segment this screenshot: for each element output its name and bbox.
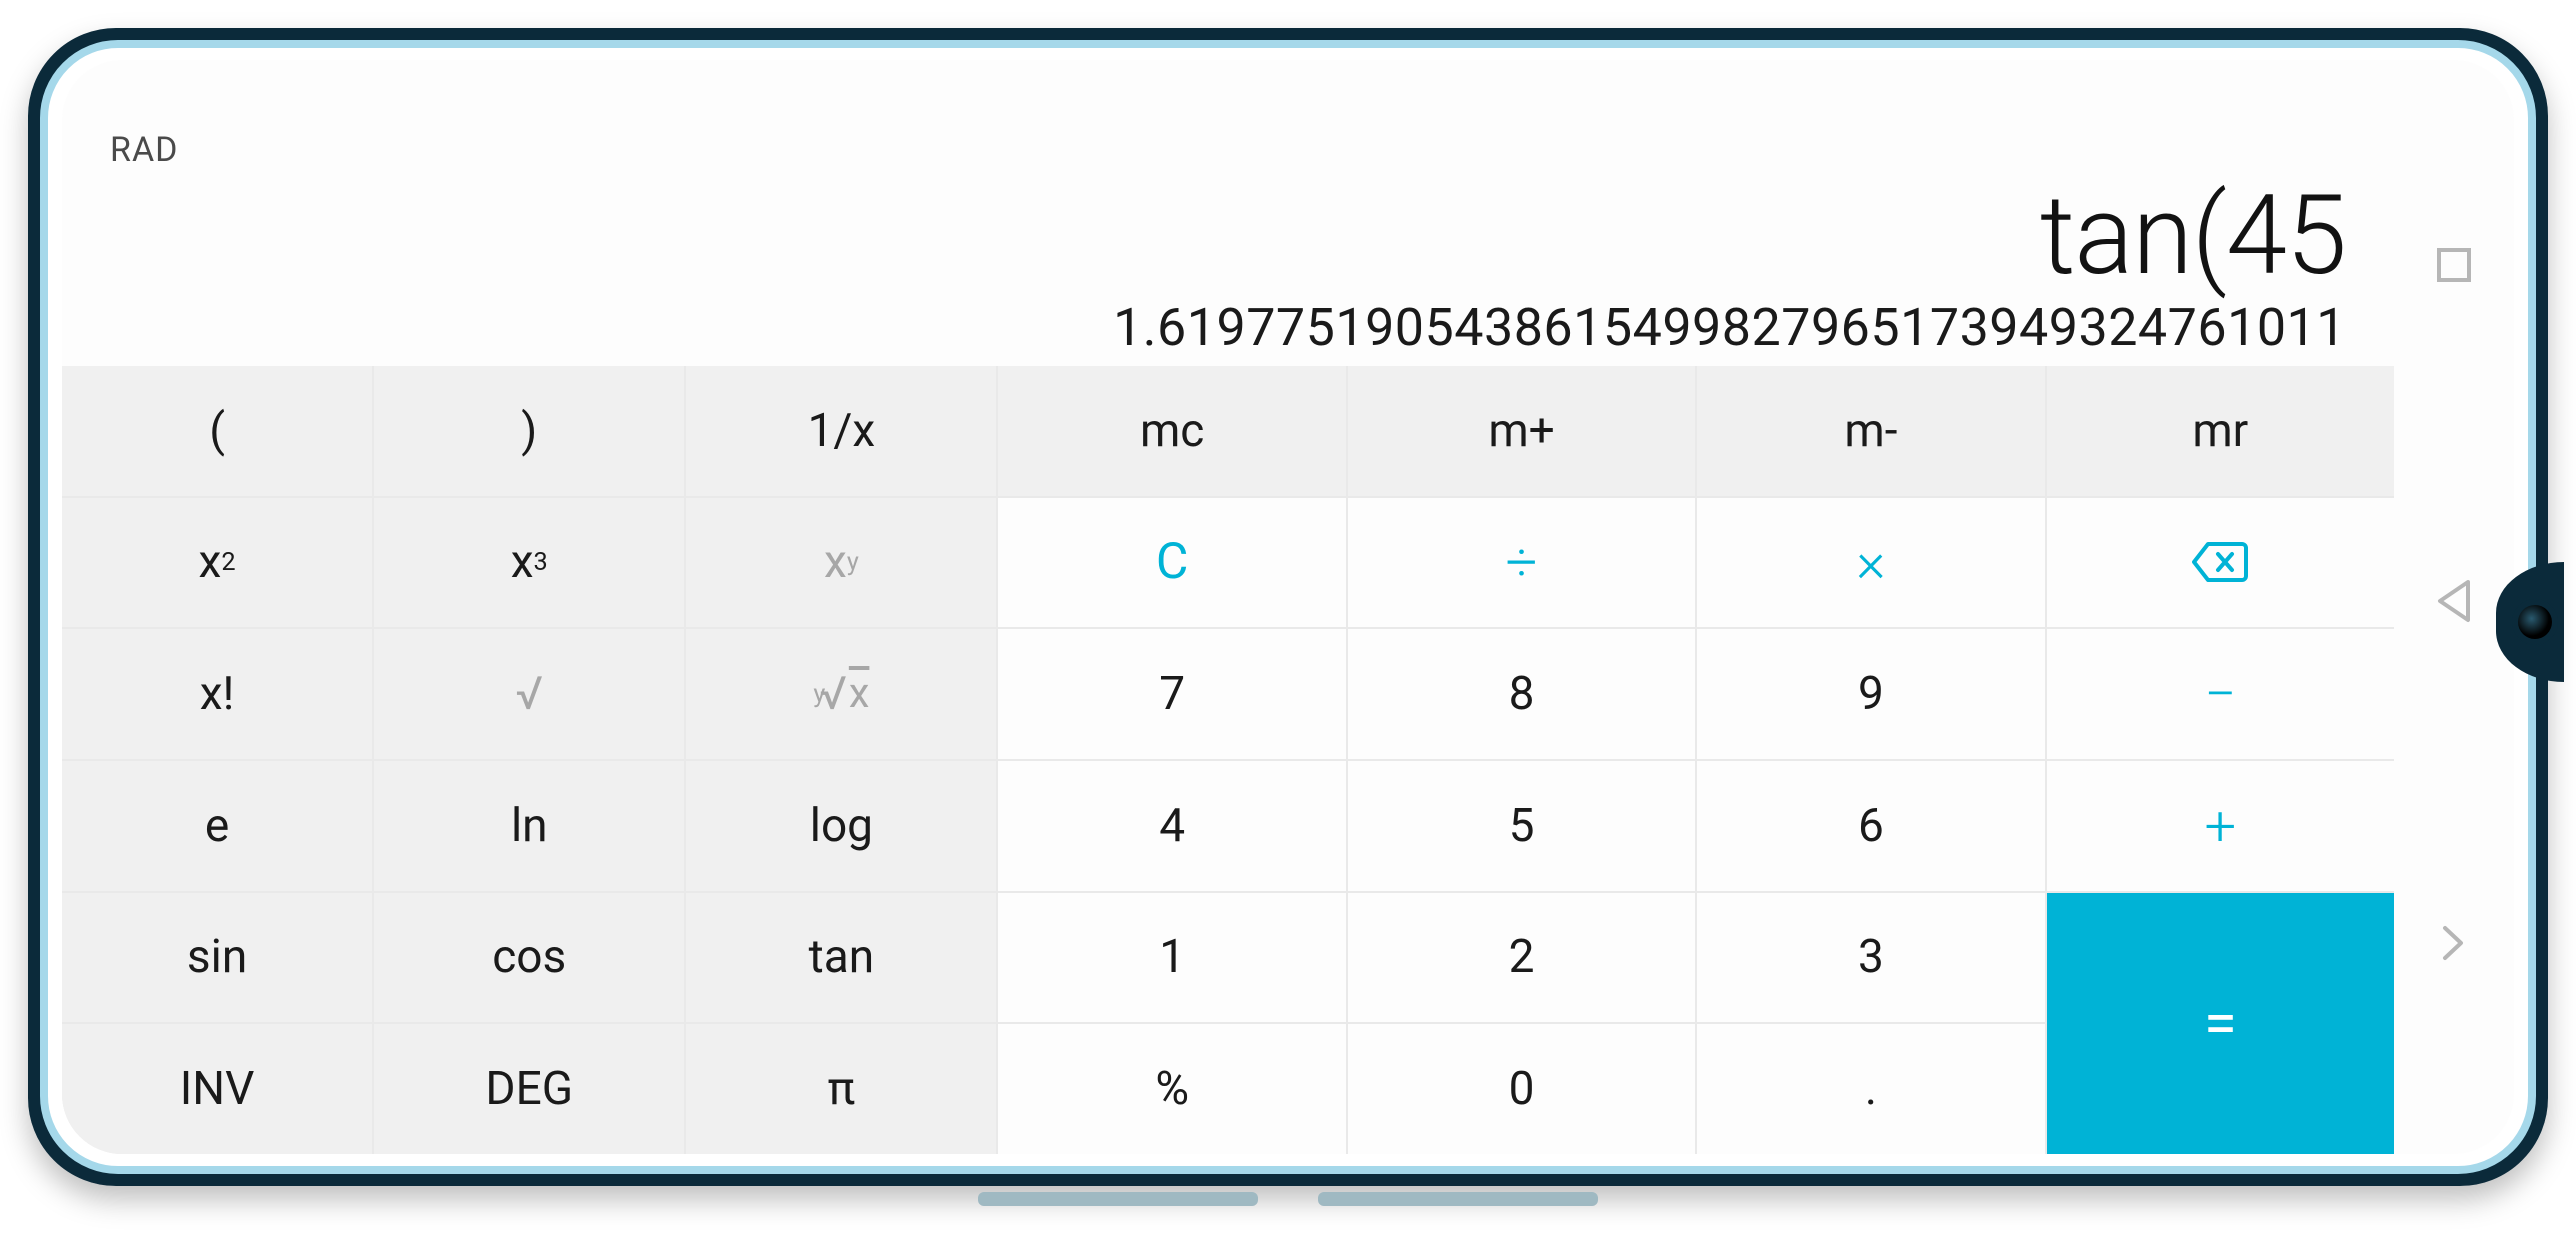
digit-9-button[interactable]: 9 [1697,629,2044,759]
x-power-y-button[interactable]: xy [686,498,996,628]
x-power-y-exp: y [847,548,859,577]
result-display: 1.61977519054386154998279651739493247610… [1113,297,2346,358]
calculator-app: RAD tan(45 1.619775190543861549982796517… [62,60,2394,1154]
memory-minus-button[interactable]: m- [1697,366,2044,496]
log-button[interactable]: log [686,761,996,891]
left-paren-button[interactable]: ( [62,366,372,496]
digit-8-button[interactable]: 8 [1348,629,1695,759]
digit-5-button[interactable]: 5 [1348,761,1695,891]
divide-button[interactable]: ÷ [1348,498,1695,628]
digit-7-button[interactable]: 7 [998,629,1345,759]
calculator-display: RAD tan(45 1.619775190543861549982796517… [62,60,2394,366]
android-nav-bar [2394,60,2514,1154]
calculator-keypad: ( ) 1/x mc m+ m- mr x2 x3 xy C ÷ × [62,366,2394,1154]
x-cubed-exp: 3 [534,548,548,577]
digit-1-button[interactable]: 1 [998,893,1345,1023]
clear-button[interactable]: C [998,498,1345,628]
angle-mode-indicator[interactable]: RAD [110,130,178,170]
ln-button[interactable]: ln [374,761,684,891]
chevron-right-icon [2439,920,2469,966]
decimal-button[interactable]: . [1697,1024,2044,1154]
x-squared-base: x [199,535,222,589]
nav-forward-button[interactable] [2439,920,2469,966]
equals-button[interactable]: = [2047,893,2394,1154]
pi-button[interactable]: π [686,1024,996,1154]
digit-3-button[interactable]: 3 [1697,893,2044,1023]
digit-6-button[interactable]: 6 [1697,761,2044,891]
y-root-x-button[interactable]: y√x [686,629,996,759]
x-squared-button[interactable]: x2 [62,498,372,628]
inverse-button[interactable]: INV [62,1024,372,1154]
triangle-left-icon [2434,578,2474,624]
digit-0-button[interactable]: 0 [1348,1024,1695,1154]
reciprocal-button[interactable]: 1/x [686,366,996,496]
deg-toggle-button[interactable]: DEG [374,1024,684,1154]
digit-4-button[interactable]: 4 [998,761,1345,891]
minus-button[interactable]: − [2047,629,2394,759]
radical-icon: √ [819,667,846,721]
memory-clear-button[interactable]: mc [998,366,1345,496]
x-cubed-base: x [511,535,534,589]
y-root-radicand: x [847,670,870,718]
percent-button[interactable]: % [998,1024,1345,1154]
x-power-y-base: x [824,535,847,589]
expression-display: tan(45 [2040,178,2346,294]
sqrt-button[interactable]: √ [374,629,684,759]
memory-recall-button[interactable]: mr [2047,366,2394,496]
e-button[interactable]: e [62,761,372,891]
factorial-button[interactable]: x! [62,629,372,759]
plus-button[interactable]: + [2047,761,2394,891]
cos-button[interactable]: cos [374,893,684,1023]
x-squared-exp: 2 [221,548,235,577]
digit-2-button[interactable]: 2 [1348,893,1695,1023]
square-icon [2437,248,2471,282]
tan-button[interactable]: tan [686,893,996,1023]
backspace-button[interactable] [2047,498,2394,628]
backspace-icon [2192,542,2248,582]
nav-recent-button[interactable] [2437,248,2471,282]
nav-back-button[interactable] [2434,578,2474,624]
multiply-button[interactable]: × [1697,498,2044,628]
memory-plus-button[interactable]: m+ [1348,366,1695,496]
phone-screen: RAD tan(45 1.619775190543861549982796517… [62,60,2514,1154]
right-paren-button[interactable]: ) [374,366,684,496]
sin-button[interactable]: sin [62,893,372,1023]
phone-hardware-buttons [978,1192,1598,1206]
x-cubed-button[interactable]: x3 [374,498,684,628]
